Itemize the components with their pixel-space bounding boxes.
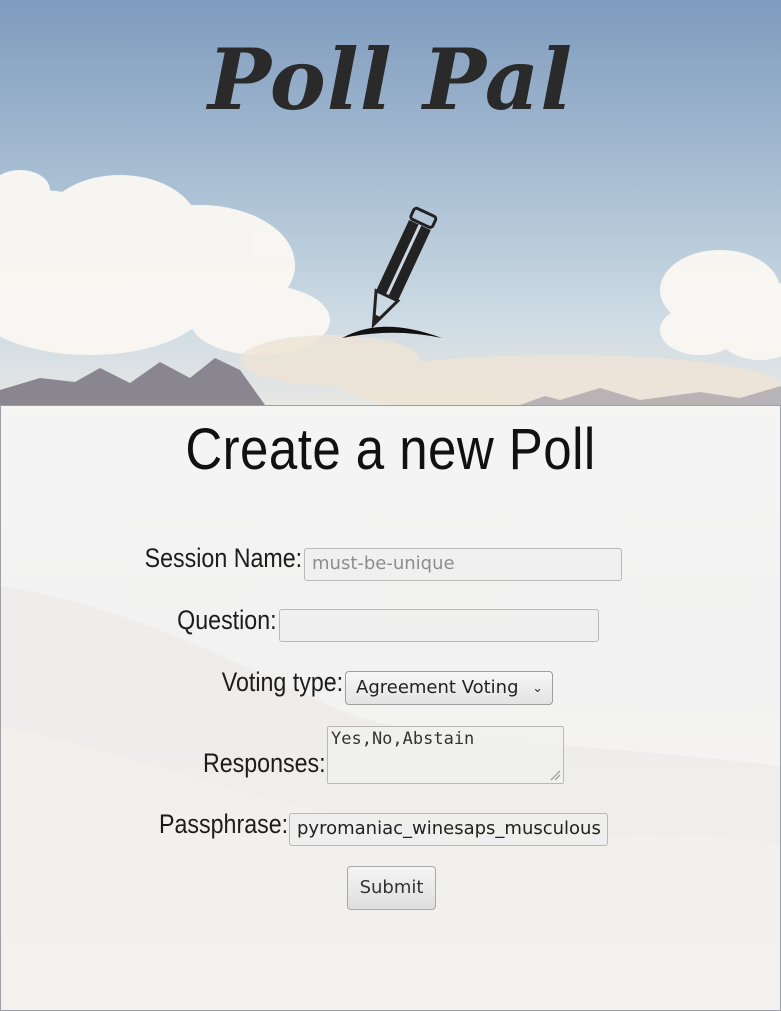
- responses-textarea[interactable]: Yes,No,Abstain: [327, 726, 564, 784]
- session-name-label: Session Name:: [144, 543, 302, 573]
- submit-button[interactable]: Submit: [347, 866, 436, 910]
- responses-value: Yes,No,Abstain: [331, 729, 475, 749]
- hero-banner: Poll Pal: [0, 0, 781, 405]
- passphrase-value: pyromaniac_winesaps_musculous: [297, 818, 601, 839]
- session-name-input[interactable]: must-be-unique: [304, 548, 622, 581]
- responses-label: Responses:: [203, 748, 326, 778]
- create-poll-form: Create a new Poll Session Name: must-be-…: [0, 405, 781, 1011]
- passphrase-input[interactable]: pyromaniac_winesaps_musculous: [289, 813, 608, 846]
- voting-type-select[interactable]: Agreement Voting ⌄: [345, 671, 553, 705]
- pencil-icon: [342, 206, 442, 338]
- question-label: Question:: [177, 605, 277, 635]
- passphrase-label: Passphrase:: [158, 809, 288, 839]
- app-title: Poll Pal: [207, 30, 574, 129]
- voting-type-selected: Agreement Voting: [356, 677, 519, 698]
- voting-type-label: Voting type:: [221, 667, 343, 697]
- question-input[interactable]: [279, 609, 599, 642]
- session-name-placeholder: must-be-unique: [312, 553, 455, 574]
- chevron-down-icon: ⌄: [532, 681, 543, 696]
- form-heading: Create a new Poll: [185, 417, 596, 482]
- resize-grip-icon[interactable]: [549, 769, 561, 781]
- snow-background: [1, 586, 780, 1010]
